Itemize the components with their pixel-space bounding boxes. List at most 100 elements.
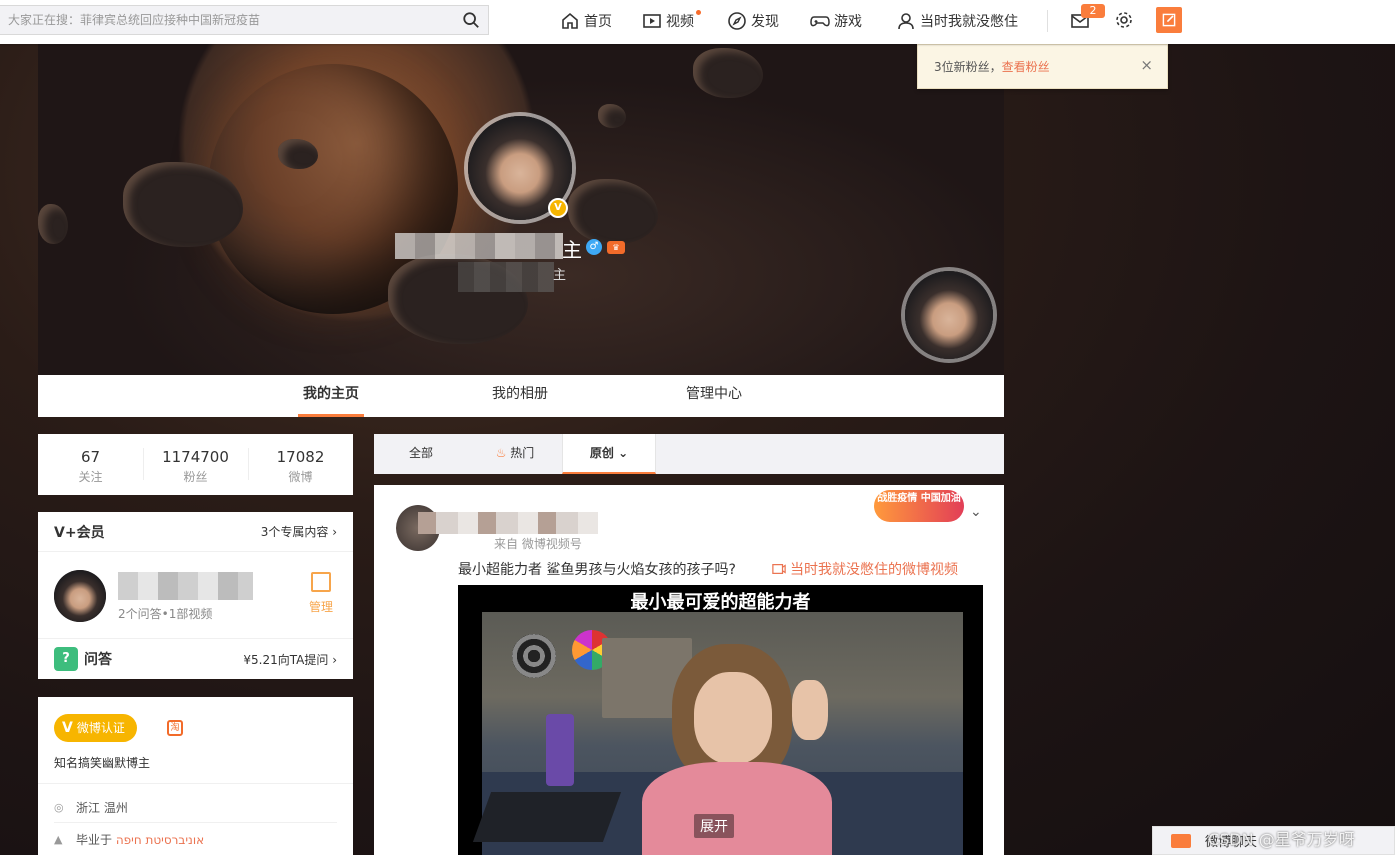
vip-level-icon: ♛ [607, 241, 625, 254]
weibo-chat-bar[interactable]: 微博聊天 [1152, 826, 1395, 855]
filter-original-label: 原创 [589, 446, 614, 460]
location-text: 浙江 温州 [76, 801, 128, 815]
school-row: ▲ 毕业于 אוניברסיטת חיפה [54, 831, 204, 848]
qa-ask-link[interactable]: ¥5.21向TA提问 › [243, 651, 337, 668]
secondary-avatar[interactable] [901, 267, 997, 363]
divider [54, 822, 337, 823]
profile-stats: 67 关注 1174700 粉丝 17082 微博 [38, 434, 353, 495]
girl-hand [792, 680, 828, 740]
girl-face [694, 672, 772, 764]
post-author-redacted [418, 512, 598, 534]
avatar-image [905, 271, 993, 359]
stat-value: 17082 [276, 448, 325, 466]
laptop [472, 792, 622, 842]
filter-all[interactable]: 全部 [390, 434, 452, 474]
avatar-image [54, 570, 106, 622]
new-dot [696, 10, 701, 15]
search-input[interactable] [0, 6, 440, 34]
nav-home-label: 首页 [584, 14, 612, 30]
new-followers-notification: 3位新粉丝，查看粉丝 × [917, 44, 1168, 89]
nav-discover[interactable]: 发现 [727, 9, 779, 33]
nav-user-label: 当时我就没憋住 [920, 14, 1018, 30]
graduation-cap-icon: ▲ [54, 832, 63, 846]
nav-video[interactable]: 视频 [642, 9, 701, 33]
asteroid-decoration [693, 48, 763, 98]
vplus-header: V+会员 3个专属内容 › [38, 512, 353, 552]
vplus-avatar[interactable] [54, 570, 106, 622]
weibo-verify-badge[interactable]: V 微博认证 [54, 714, 137, 742]
verified-v-icon: V [548, 198, 568, 218]
stat-label: 关注 [78, 470, 103, 484]
campaign-badge: 战胜疫情 中国加油 [874, 490, 964, 522]
school-prefix: 毕业于 [76, 833, 113, 847]
video-source-icon [772, 564, 786, 574]
stat-value: 1174700 [162, 448, 229, 466]
asteroid-decoration [38, 204, 68, 244]
stat-value: 67 [80, 448, 101, 466]
nav-home[interactable]: 首页 [560, 9, 612, 33]
qa-title: 问答 [84, 652, 112, 668]
asteroid-decoration [598, 104, 626, 128]
chevron-down-icon: ⌄ [618, 446, 629, 460]
view-followers-link[interactable]: 查看粉丝 [1002, 60, 1050, 74]
filter-hot[interactable]: ♨ 热门 [484, 434, 546, 474]
vplus-manage-label: 管理 [308, 600, 333, 614]
nav-user[interactable]: 当时我就没憋住 [896, 9, 1018, 33]
close-notification-button[interactable]: × [1140, 56, 1153, 74]
nav-discover-label: 发现 [751, 14, 779, 30]
vplus-more-link[interactable]: 3个专属内容 › [261, 523, 337, 540]
asteroid-decoration [278, 139, 318, 169]
filter-hot-label: 热门 [510, 446, 535, 460]
vplus-title: V+会员 [54, 524, 105, 541]
vplus-subtitle: 2个问答•1部视频 [118, 607, 213, 621]
profile-intro-redacted [458, 262, 554, 292]
post-menu-chevron-icon[interactable]: ⌄ [970, 504, 982, 520]
location-pin-icon: ◎ [54, 800, 64, 814]
post-meta: 来自 微博视频号 [494, 537, 582, 551]
water-bottle [546, 714, 574, 786]
nav-divider [1047, 10, 1048, 32]
stat-posts[interactable]: 17082 微博 [248, 434, 353, 495]
chevron-right-icon: › [332, 652, 337, 667]
qa-icon: ? [54, 647, 78, 671]
verify-v-icon: V [62, 720, 73, 736]
taobao-icon[interactable]: 淘 [167, 720, 183, 736]
chat-label: 微博聊天 [1205, 835, 1258, 850]
feed-post: 来自 微博视频号 战胜疫情 中国加油 ⌄ 最小超能力者 鲨鱼男孩与火焰女孩的孩子… [374, 485, 1004, 855]
user-icon [898, 13, 914, 30]
vplus-manage-button[interactable]: 管理 [305, 572, 337, 615]
notification-text: 3位新粉丝， [934, 60, 1002, 74]
video-player[interactable]: 最小最可爱的超能力者 展开 [458, 585, 983, 855]
dartboard-decoration [512, 634, 556, 678]
profile-name-redacted [395, 233, 563, 259]
location-row: ◎ 浙江 温州 [54, 799, 128, 816]
filter-original[interactable]: 原创 ⌄ [562, 434, 656, 474]
search-icon[interactable] [462, 11, 480, 29]
stat-following[interactable]: 67 关注 [38, 434, 143, 495]
expand-button[interactable]: 展开 [694, 814, 734, 838]
vplus-body: 2个问答•1部视频 管理 [38, 552, 353, 639]
profile-intro: 主 [553, 268, 567, 283]
post-source-link[interactable]: 当时我就没憋住的微博视频 [772, 559, 958, 579]
profile-info-card: V 微博认证 淘 知名搞笑幽默博主 ◎ 浙江 温州 ▲ 毕业于 אוניברסיט… [38, 697, 353, 855]
vplus-more-label: 3个专属内容 [260, 525, 329, 539]
fire-icon: ♨ [495, 446, 507, 460]
verify-label: 微博认证 [76, 721, 125, 735]
feed-filter-bar: 全部 ♨ 热门 原创 ⌄ [374, 434, 1004, 474]
nav-game[interactable]: 游戏 [810, 9, 862, 33]
qa-price: ¥5.21向TA提问 [243, 652, 329, 667]
chevron-right-icon: › [332, 525, 337, 539]
tab-my-album[interactable]: 我的相册 [487, 375, 553, 417]
compose-button[interactable] [1156, 7, 1182, 33]
qa-row[interactable]: ? 问答 ¥5.21向TA提问 › [38, 639, 353, 679]
girl-body [642, 762, 832, 855]
school-link[interactable]: אוניברסיטת חיפה [116, 833, 204, 847]
video-title: 最小最可爱的超能力者 [630, 592, 811, 613]
compass-icon [728, 12, 746, 30]
tab-my-home[interactable]: 我的主页 [298, 375, 364, 417]
gamepad-icon [810, 16, 830, 27]
tab-admin-center[interactable]: 管理中心 [681, 375, 747, 417]
male-icon: ♂ [586, 239, 602, 255]
stat-followers[interactable]: 1174700 粉丝 [143, 434, 248, 495]
settings-gear-icon[interactable] [1114, 10, 1134, 30]
